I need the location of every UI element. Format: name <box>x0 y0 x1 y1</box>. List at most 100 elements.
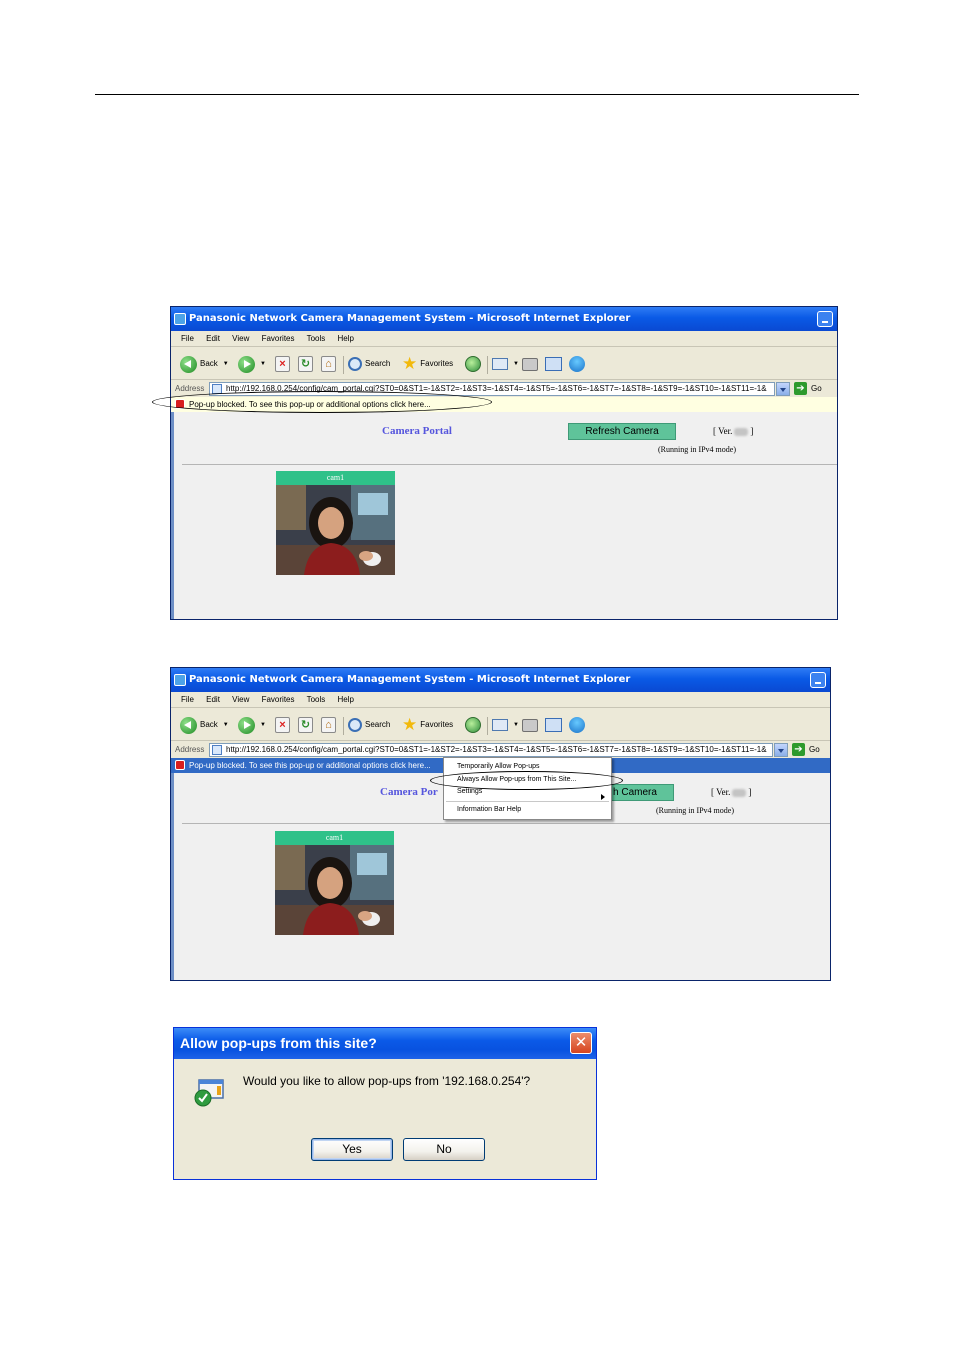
go-arrow-icon[interactable]: ➔ <box>794 382 807 395</box>
favorites-button[interactable]: ★ Favorites <box>402 355 453 373</box>
forward-button[interactable]: ▼ <box>238 716 266 734</box>
menu-file[interactable]: File <box>181 334 194 343</box>
home-icon: ⌂ <box>321 717 336 733</box>
popup-blocked-icon <box>175 760 185 770</box>
media-button[interactable] <box>465 716 481 734</box>
page-icon <box>212 745 222 755</box>
edit-button[interactable] <box>545 355 562 373</box>
back-arrow-icon <box>180 355 197 373</box>
forward-button[interactable]: ▼ <box>238 355 266 373</box>
infobar-text: Pop-up blocked. To see this pop-up or ad… <box>189 761 431 770</box>
menu-view[interactable]: View <box>232 695 249 704</box>
chevron-down-icon[interactable]: ▼ <box>260 355 266 373</box>
portal-divider <box>182 464 837 465</box>
printer-icon <box>522 357 538 371</box>
submenu-arrow-icon <box>601 794 605 800</box>
mail-icon <box>492 358 508 370</box>
back-button[interactable]: Back ▼ <box>180 355 229 373</box>
allow-popups-dialog: Allow pop-ups from this site? ✕ Would yo… <box>173 1027 597 1180</box>
menu-item-infobar-help[interactable]: Information Bar Help <box>457 806 521 813</box>
close-button[interactable]: ✕ <box>570 1032 592 1054</box>
menu-item-temporarily-allow[interactable]: Temporarily Allow Pop-ups <box>457 763 539 770</box>
search-button[interactable]: Search <box>348 355 390 373</box>
menu-bar: File Edit View Favorites Tools Help <box>171 692 830 708</box>
print-button[interactable] <box>522 716 538 734</box>
refresh-camera-button[interactable]: Refresh Camera <box>568 423 676 440</box>
menu-file[interactable]: File <box>181 695 194 704</box>
camera-thumbnail[interactable] <box>276 485 395 575</box>
ie-window-2: Panasonic Network Camera Management Syst… <box>170 667 831 981</box>
menu-edit[interactable]: Edit <box>206 334 220 343</box>
address-input[interactable]: http://192.168.0.254/config/cam_portal.c… <box>209 743 773 757</box>
toolbar-divider <box>343 356 344 374</box>
stop-icon: × <box>275 717 290 733</box>
refresh-icon: ↻ <box>298 717 313 733</box>
page-top-rule <box>95 94 859 95</box>
chevron-down-icon[interactable]: ▼ <box>223 355 229 373</box>
mail-icon <box>492 719 508 731</box>
highlight-ellipse <box>152 391 492 413</box>
back-button[interactable]: Back ▼ <box>180 716 229 734</box>
mail-button[interactable]: ▼ <box>492 716 519 734</box>
refresh-page-button[interactable]: ↻ <box>298 355 313 373</box>
camera-portal-title: Camera Portal <box>382 425 452 437</box>
forward-arrow-icon <box>238 716 255 734</box>
go-arrow-icon[interactable]: ➔ <box>792 743 805 756</box>
home-button[interactable]: ⌂ <box>321 716 336 734</box>
no-button[interactable]: No <box>403 1138 485 1161</box>
camera-name-header[interactable]: cam1 <box>275 831 394 845</box>
messenger-button[interactable] <box>569 716 585 734</box>
menu-tools[interactable]: Tools <box>307 695 326 704</box>
messenger-button[interactable] <box>569 355 585 373</box>
address-label: Address <box>175 745 205 754</box>
menu-tools[interactable]: Tools <box>307 334 326 343</box>
menu-favorites[interactable]: Favorites <box>262 334 295 343</box>
address-bar: Address http://192.168.0.254/config/cam_… <box>171 742 830 758</box>
menu-item-settings[interactable]: Settings <box>457 788 482 795</box>
version-number-blurred <box>734 427 749 436</box>
print-button[interactable] <box>522 355 538 373</box>
camera-name-header[interactable]: cam1 <box>276 471 395 485</box>
address-dropdown-button[interactable] <box>774 743 788 757</box>
mail-button[interactable]: ▼ <box>492 355 519 373</box>
chevron-down-icon[interactable]: ▼ <box>513 355 519 373</box>
version-label: [ Ver.] <box>711 787 752 797</box>
address-dropdown-button[interactable] <box>776 382 790 396</box>
search-button[interactable]: Search <box>348 716 390 734</box>
yes-button[interactable]: Yes <box>311 1138 393 1161</box>
ipv4-mode-label: (Running in IPv4 mode) <box>658 445 736 454</box>
ie-app-icon <box>174 313 186 325</box>
menu-edit[interactable]: Edit <box>206 695 220 704</box>
edit-button[interactable] <box>545 716 562 734</box>
stop-button[interactable]: × <box>275 716 290 734</box>
media-button[interactable] <box>465 355 481 373</box>
minimize-button[interactable] <box>817 311 833 327</box>
chevron-down-icon[interactable]: ▼ <box>513 716 519 734</box>
page-content: Camera Portal Refresh Camera [ Ver.] (Ru… <box>171 412 837 619</box>
version-number-blurred <box>732 788 747 797</box>
security-shield-icon <box>193 1078 227 1108</box>
refresh-page-button[interactable]: ↻ <box>298 716 313 734</box>
home-button[interactable]: ⌂ <box>321 355 336 373</box>
dialog-message: Would you like to allow pop-ups from '19… <box>243 1074 531 1088</box>
messenger-icon <box>569 356 585 372</box>
search-icon <box>348 357 362 371</box>
menu-favorites[interactable]: Favorites <box>262 695 295 704</box>
stop-button[interactable]: × <box>275 355 290 373</box>
favorites-button[interactable]: ★ Favorites <box>402 716 453 734</box>
refresh-icon: ↻ <box>298 356 313 372</box>
menu-view[interactable]: View <box>232 334 249 343</box>
toolbar-divider <box>343 717 344 735</box>
chevron-down-icon[interactable]: ▼ <box>260 716 266 734</box>
chevron-down-icon[interactable]: ▼ <box>223 716 229 734</box>
toolbar-divider <box>487 717 488 735</box>
menu-help[interactable]: Help <box>338 695 354 704</box>
title-bar: Panasonic Network Camera Management Syst… <box>171 307 837 331</box>
go-button[interactable]: Go <box>809 742 820 758</box>
menu-divider <box>446 801 609 802</box>
camera-thumbnail[interactable] <box>275 845 394 935</box>
minimize-button[interactable] <box>810 672 826 688</box>
ie-app-icon <box>174 674 186 686</box>
menu-help[interactable]: Help <box>338 334 354 343</box>
go-button[interactable]: Go <box>811 381 822 397</box>
